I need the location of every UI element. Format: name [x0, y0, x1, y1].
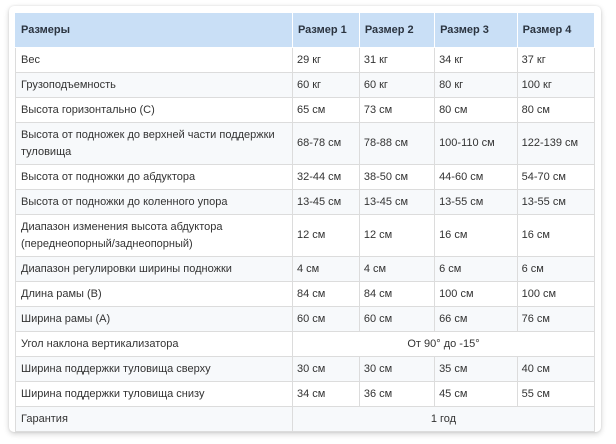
- value-cell-size-3: 35 см: [434, 356, 518, 382]
- value-cell-size-3: 100-110 см: [434, 122, 518, 165]
- row-label: Высота от подножки до коленного упора: [15, 189, 293, 215]
- row-label: Ширина поддержки туловища сверху: [15, 356, 293, 382]
- value-cell-size-2: 31 кг: [358, 47, 436, 73]
- value-cell-size-2: 4 см: [358, 256, 436, 282]
- table-row: Грузоподъемность 60 кг 60 кг 80 кг 100 кг: [15, 72, 596, 98]
- row-label: Грузоподъемность: [15, 72, 293, 98]
- value-cell-size-2: 60 см: [358, 306, 436, 332]
- row-label: Вес: [15, 47, 293, 73]
- value-cell-size-2: 60 кг: [358, 72, 436, 98]
- value-cell-size-2: 13-45 см: [358, 189, 436, 215]
- size-spec-table: Размеры Размер 1 Размер 2 Размер 3 Разме…: [15, 12, 596, 432]
- table-row: Высота от подножки до коленного упора 13-…: [15, 189, 596, 215]
- row-label: Угол наклона вертикализатора: [15, 331, 293, 357]
- header-row: Размеры Размер 1 Размер 2 Размер 3 Разме…: [15, 12, 596, 48]
- table-row: Высота от подножек до верхней части подд…: [15, 122, 596, 165]
- value-cell-size-3: 80 см: [434, 97, 518, 123]
- value-cell-size-4: 76 см: [516, 306, 596, 332]
- value-cell-size-1: 65 см: [291, 97, 360, 123]
- header-size-1: Размер 1: [291, 12, 360, 48]
- row-label: Ширина поддержки туловища снизу: [15, 381, 293, 407]
- value-cell-size-4: 6 см: [516, 256, 596, 282]
- value-cell-size-1: 4 см: [291, 256, 360, 282]
- table-row: Ширина поддержки туловища снизу 34 см 36 с…: [15, 381, 596, 407]
- header-size-3: Размер 3: [434, 12, 518, 48]
- row-label: Диапазон изменения высота абдуктора (пер…: [15, 214, 293, 257]
- merged-value-cell: От 90° до -15°: [291, 331, 596, 357]
- table-row: Ширина поддержки туловища сверху 30 см 30 …: [15, 356, 596, 382]
- value-cell-size-1: 60 см: [291, 306, 360, 332]
- value-cell-size-4: 16 см: [516, 214, 596, 257]
- value-cell-size-4: 100 кг: [516, 72, 596, 98]
- table-row: Высота горизонтально (С) 65 см 73 см 80 см 8…: [15, 97, 596, 123]
- value-cell-size-4: 37 кг: [516, 47, 596, 73]
- table-row: Угол наклона вертикализатора От 90° до -1…: [15, 331, 596, 357]
- row-label: Высота от подножки до абдуктора: [15, 164, 293, 190]
- value-cell-size-1: 30 см: [291, 356, 360, 382]
- row-label: Диапазон регулировки ширины подножки: [15, 256, 293, 282]
- table-row: Ширина рамы (А) 60 см 60 см 66 см 76 см: [15, 306, 596, 332]
- row-label: Длина рамы (В): [15, 281, 293, 307]
- value-cell-size-3: 80 кг: [434, 72, 518, 98]
- value-cell-size-4: 55 см: [516, 381, 596, 407]
- value-cell-size-2: 36 см: [358, 381, 436, 407]
- table-row: Высота от подножки до абдуктора 32-44 см 3…: [15, 164, 596, 190]
- value-cell-size-2: 12 см: [358, 214, 436, 257]
- value-cell-size-1: 68-78 см: [291, 122, 360, 165]
- table-row: Диапазон изменения высота абдуктора (пер…: [15, 214, 596, 257]
- row-label: Высота от подножек до верхней части подд…: [15, 122, 293, 165]
- table-row: Диапазон регулировки ширины подножки 4 см…: [15, 256, 596, 282]
- value-cell-size-3: 13-55 см: [434, 189, 518, 215]
- value-cell-size-1: 60 кг: [291, 72, 360, 98]
- value-cell-size-3: 16 см: [434, 214, 518, 257]
- value-cell-size-3: 34 кг: [434, 47, 518, 73]
- value-cell-size-1: 32-44 см: [291, 164, 360, 190]
- row-label: Гарантия: [15, 406, 293, 432]
- value-cell-size-3: 6 см: [434, 256, 518, 282]
- row-label: Высота горизонтально (С): [15, 97, 293, 123]
- table-row: Гарантия 1 год: [15, 406, 596, 432]
- header-sizes: Размеры: [15, 12, 293, 48]
- value-cell-size-1: 84 см: [291, 281, 360, 307]
- value-cell-size-4: 80 см: [516, 97, 596, 123]
- value-cell-size-3: 45 см: [434, 381, 518, 407]
- header-size-4: Размер 4: [516, 12, 596, 48]
- row-label: Ширина рамы (А): [15, 306, 293, 332]
- value-cell-size-2: 30 см: [358, 356, 436, 382]
- spec-card: Размеры Размер 1 Размер 2 Размер 3 Разме…: [9, 6, 601, 432]
- value-cell-size-1: 13-45 см: [291, 189, 360, 215]
- header-size-2: Размер 2: [358, 12, 436, 48]
- table-row: Вес 29 кг 31 кг 34 кг 37 кг: [15, 47, 596, 73]
- merged-value-cell: 1 год: [291, 406, 596, 432]
- value-cell-size-3: 44-60 см: [434, 164, 518, 190]
- value-cell-size-4: 54-70 см: [516, 164, 596, 190]
- table-body: Вес 29 кг 31 кг 34 кг 37 кг Грузоподъемность…: [15, 47, 596, 432]
- value-cell-size-2: 84 см: [358, 281, 436, 307]
- value-cell-size-2: 78-88 см: [358, 122, 436, 165]
- value-cell-size-2: 73 см: [358, 97, 436, 123]
- value-cell-size-4: 13-55 см: [516, 189, 596, 215]
- value-cell-size-1: 29 кг: [291, 47, 360, 73]
- value-cell-size-4: 40 см: [516, 356, 596, 382]
- value-cell-size-4: 122-139 см: [516, 122, 596, 165]
- value-cell-size-3: 66 см: [434, 306, 518, 332]
- value-cell-size-3: 100 см: [434, 281, 518, 307]
- table-row: Длина рамы (В) 84 см 84 см 100 см 100 см: [15, 281, 596, 307]
- value-cell-size-2: 38-50 см: [358, 164, 436, 190]
- value-cell-size-1: 34 см: [291, 381, 360, 407]
- value-cell-size-4: 100 см: [516, 281, 596, 307]
- value-cell-size-1: 12 см: [291, 214, 360, 257]
